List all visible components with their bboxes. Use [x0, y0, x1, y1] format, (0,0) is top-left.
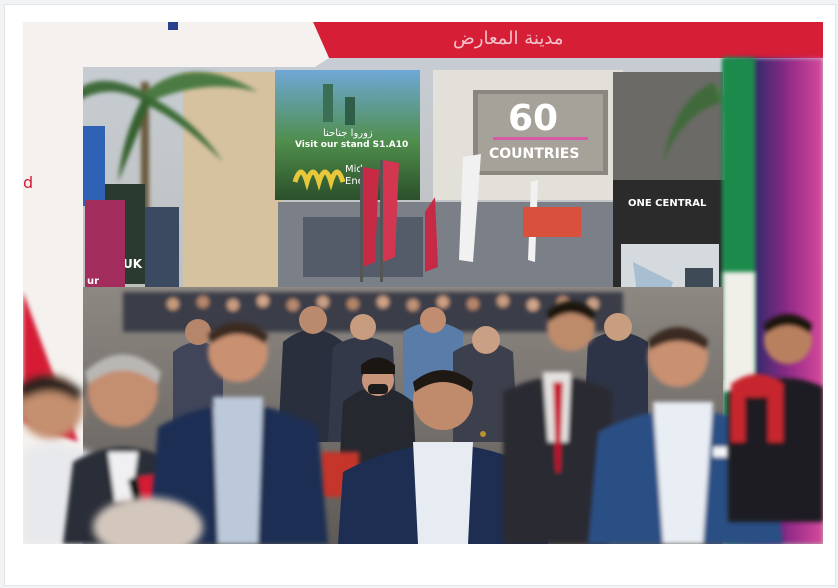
pillar-letter: d: [23, 173, 33, 192]
countries-label: COUNTRIES: [489, 146, 579, 162]
beige-building: [183, 72, 283, 287]
countries-banner: 60 COUNTRIES: [473, 90, 608, 175]
photo-canvas: زوروا جناحنا Visit our stand S1.A10 Mid …: [23, 22, 823, 544]
billboard-arabic-text: زوروا جناحنا: [323, 128, 373, 139]
side-line-1: ur: [87, 276, 99, 287]
one-central-text: ONE CENTRAL: [628, 198, 707, 209]
arch-arabic-lettering: ﻣﺪﻳﻨﺔ ﺍﻟﻤﻌﺎﺭﺽ: [453, 28, 563, 49]
billboard-visit-text: Visit our stand S1.A10: [295, 140, 408, 150]
face-mask: [368, 384, 388, 394]
exhibition-crowd-photo: زوروا جناحنا Visit our stand S1.A10 Mid …: [23, 22, 823, 544]
uk-label: UK: [123, 257, 143, 271]
red-storefront-sign: [523, 207, 581, 237]
countries-number: 60: [508, 98, 558, 139]
pink-divider: [493, 137, 588, 140]
lapel-pin: [480, 431, 486, 437]
arch-blue-mark: [168, 22, 178, 30]
image-card: زوروا جناحنا Visit our stand S1.A10 Mid …: [4, 4, 836, 586]
